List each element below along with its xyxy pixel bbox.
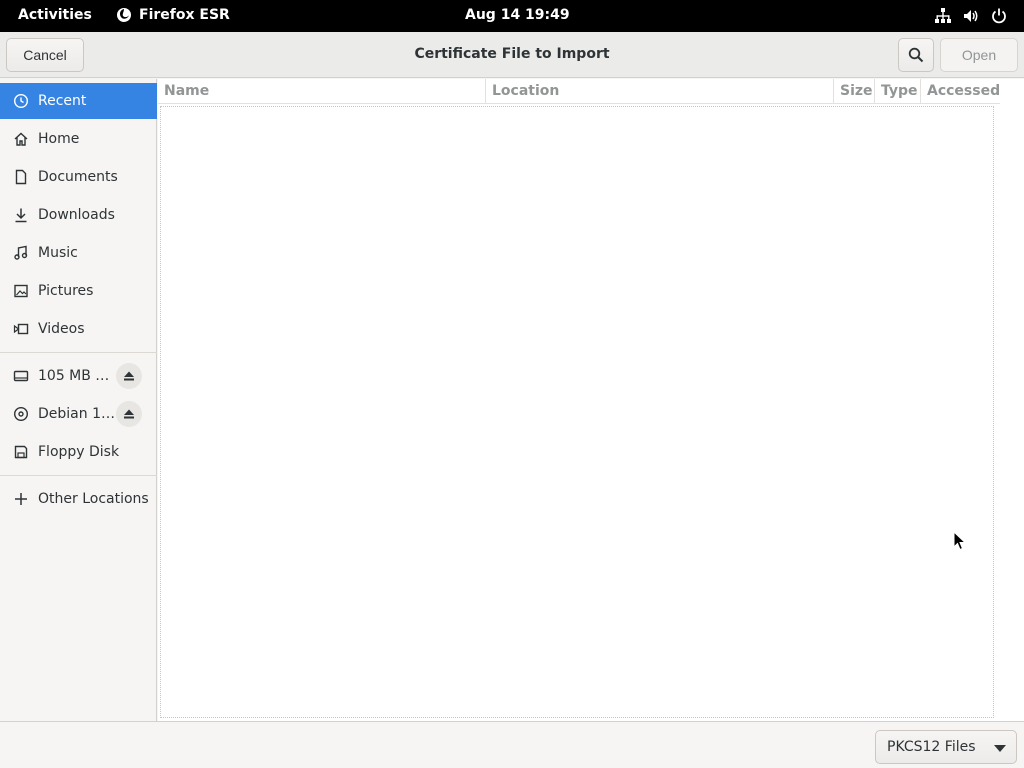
file-list-body[interactable] [160,106,994,718]
search-button[interactable] [898,38,934,72]
sidebar-item-label: Floppy Disk [38,444,120,460]
clock[interactable]: Aug 14 19:49 [465,7,570,23]
app-menu[interactable]: Firefox ESR [116,7,230,23]
sidebar-item-label: 105 MB … [38,368,110,384]
sidebar-item-videos[interactable]: Videos [0,311,157,347]
document-icon [12,168,30,186]
activities-button[interactable]: Activities [18,7,92,23]
column-headers: Name Location Size Type Accessed [158,79,1000,104]
dialog-title: Certificate File to Import [414,46,610,62]
sidebar-item-label: Music [38,245,78,261]
optical-disc-icon [12,405,30,423]
network-icon[interactable] [934,7,952,25]
sidebar-item-downloads[interactable]: Downloads [0,197,157,233]
firefox-icon [117,8,131,22]
sidebar-item-other-locations[interactable]: Other Locations [0,481,157,517]
video-icon [12,320,30,338]
sidebar-item-home[interactable]: Home [0,121,157,157]
search-icon [908,47,924,63]
scrollbar[interactable] [1000,79,1024,721]
eject-icon [124,371,134,381]
column-header-location[interactable]: Location [486,79,834,104]
sidebar-separator [0,352,157,353]
dialog-headerbar: Certificate File to Import Cancel Open [0,32,1024,78]
power-icon[interactable] [990,7,1008,25]
file-list[interactable]: Name Location Size Type Accessed [158,79,1024,721]
sidebar-item-label: Videos [38,321,85,337]
music-icon [12,244,30,262]
sidebar-item-music[interactable]: Music [0,235,157,271]
sidebar-item-label: Debian 1… [38,406,115,422]
file-type-filter[interactable]: PKCS12 Files [875,730,1017,764]
plus-icon [12,490,30,508]
open-button[interactable]: Open [940,38,1018,72]
sidebar-item-label: Pictures [38,283,94,299]
home-icon [12,130,30,148]
chevron-down-icon [994,745,1006,752]
sidebar-item-label: Documents [38,169,118,185]
column-header-size[interactable]: Size [834,79,875,104]
system-tray[interactable] [934,7,1008,25]
column-header-accessed[interactable]: Accessed [921,79,1000,104]
top-bar: Activities Firefox ESR Aug 14 19:49 [0,0,1024,32]
volume-icon[interactable] [962,7,980,25]
eject-button[interactable] [116,363,142,389]
app-name: Firefox ESR [139,7,230,23]
sidebar-item-documents[interactable]: Documents [0,159,157,195]
sidebar-separator [0,475,157,476]
places-sidebar: Recent Home Documents Downloads Music Pi… [0,79,157,721]
eject-icon [124,409,134,419]
sidebar-item-label: Other Locations [38,491,149,507]
dialog-footer: PKCS12 Files [0,721,1024,768]
drive-icon [12,367,30,385]
eject-button[interactable] [116,401,142,427]
cancel-button[interactable]: Cancel [6,38,84,72]
sidebar-item-floppy[interactable]: Floppy Disk [0,434,157,470]
column-header-name[interactable]: Name [158,79,486,104]
sidebar-item-label: Downloads [38,207,115,223]
mouse-pointer-icon [953,531,967,551]
column-header-type[interactable]: Type [875,79,921,104]
download-icon [12,206,30,224]
picture-icon [12,282,30,300]
clock-icon [12,92,30,110]
sidebar-item-pictures[interactable]: Pictures [0,273,157,309]
sidebar-item-recent[interactable]: Recent [0,83,157,119]
sidebar-item-label: Recent [38,93,87,109]
file-type-filter-value: PKCS12 Files [887,739,976,755]
sidebar-item-label: Home [38,131,80,147]
floppy-icon [12,443,30,461]
